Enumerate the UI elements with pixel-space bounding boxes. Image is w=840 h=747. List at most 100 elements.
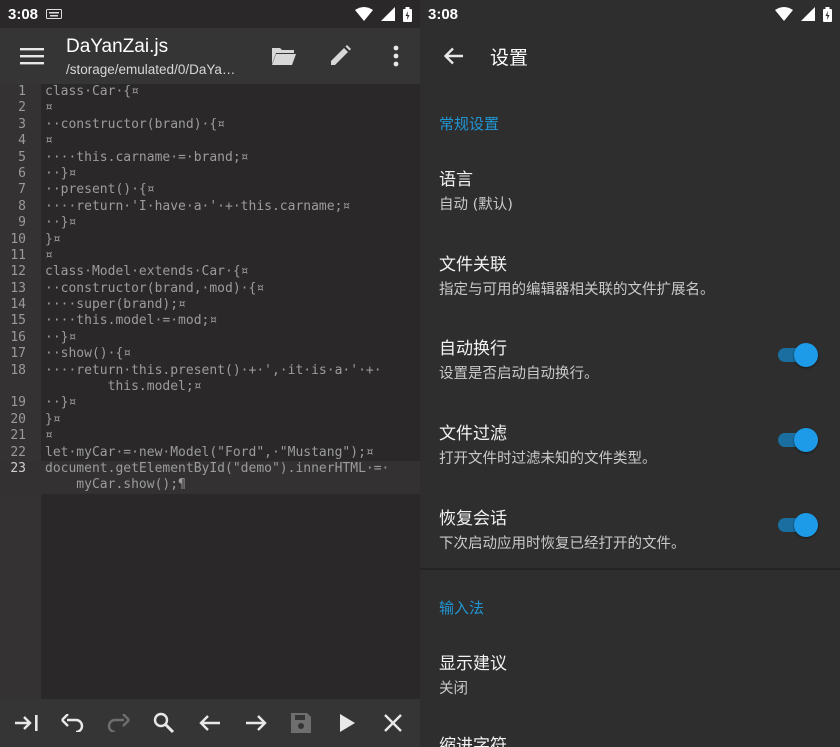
code-line[interactable]: 17 ··show()·{¤ [0,346,420,362]
editor-bottom-bar [0,699,420,747]
setting-file-filter[interactable]: 文件过滤 打开文件时过滤未知的文件类型。 [420,419,840,468]
code-lines[interactable]: 1 class·Car·{¤ 2 ¤ 3 ··constructor(brand)·{¤ 4… [0,84,420,494]
folder-open-icon[interactable] [260,32,308,80]
restore-session-toggle[interactable] [778,513,818,537]
code-line[interactable]: 9 ··}¤ [0,215,420,231]
code-line[interactable]: 23 document.getElementById("demo").innerH… [0,460,420,478]
code-line[interactable]: 14 ····super(brand);¤ [0,297,420,313]
arrow-back-icon[interactable] [429,32,477,80]
line-number: 3 [18,116,26,132]
line-number: 5 [18,149,26,165]
code-line[interactable]: 1 class·Car·{¤ [0,84,420,100]
line-number: 9 [18,215,26,231]
code-line[interactable]: 3 ··constructor(brand)·{¤ [0,117,420,133]
code-line[interactable]: 21 ¤ [0,428,420,444]
wifi-icon [775,7,793,21]
code-line[interactable]: 19 ··}¤ [0,395,420,411]
setting-title: 语言 [439,170,473,190]
code-line[interactable]: myCar.show();¶ [0,477,420,494]
status-bar: 3:08 [420,0,840,28]
code-editor[interactable]: 1 class·Car·{¤ 2 ¤ 3 ··constructor(brand)·{¤ 4… [0,84,420,699]
line-number: 19 [10,395,26,411]
code-text: ··constructor(brand,·mod)·{¤ [45,280,265,296]
setting-subtitle: 指定与可用的编辑器相关联的文件扩展名。 [439,282,715,298]
editor-pane: 3:08 DaYanZai.js /storage/emulated/0/DaY… [0,0,420,747]
page-title: 设置 [490,47,529,69]
code-text: ··}¤ [45,215,77,231]
section-header-input-method: 输入法 [439,599,485,617]
close-icon[interactable] [373,703,413,743]
code-line[interactable]: 22 let·myCar·=·new·Model("Ford",·"Mustang… [0,445,420,461]
code-line[interactable]: 7 ··present()·{¤ [0,182,420,198]
code-text: class·Car·{¤ [45,84,139,99]
settings-toolbar: 设置 [420,28,840,84]
more-vert-icon[interactable] [372,32,420,80]
file-filter-toggle[interactable] [778,428,818,452]
file-title-block: DaYanZai.js /storage/emulated/0/DaYa… [56,36,260,77]
setting-indent-char[interactable]: 缩进字符 [420,731,840,747]
setting-file-association[interactable]: 文件关联 指定与可用的编辑器相关联的文件扩展名。 [420,250,840,299]
search-icon[interactable] [144,703,184,743]
code-text: class·Model·extends·Car·{¤ [45,264,249,280]
setting-title: 文件关联 [439,255,507,275]
code-line[interactable]: 15 ····this.model·=·mod;¤ [0,313,420,329]
code-line[interactable]: 8 ····return·'I·have·a·'·+·this.carname;¤ [0,199,420,215]
line-number: 21 [10,428,26,444]
status-time: 3:08 [8,5,39,23]
settings-pane: 3:08 设置 常规设置 语言 自动 (默认) 文件关联 指定与可用的编辑器相关… [420,0,840,747]
arrow-right-icon[interactable] [236,703,276,743]
run-play-icon[interactable] [327,703,367,743]
code-line[interactable]: 10}¤ [0,232,420,248]
save-icon[interactable] [281,703,321,743]
setting-show-suggestions[interactable]: 显示建议 关闭 [420,649,840,698]
code-line[interactable]: 16 ··}¤ [0,330,420,346]
code-line[interactable]: 2 ¤ [0,100,420,116]
signal-icon [381,7,395,21]
setting-word-wrap[interactable]: 自动换行 设置是否启动自动换行。 [420,334,840,383]
undo-icon[interactable] [53,703,93,743]
code-line[interactable]: 4 ¤ [0,133,420,149]
code-text: ····return·this.present()·+·',·it·is·a·'… [45,362,382,378]
code-text: ¤ [45,247,53,263]
line-number: 17 [10,346,26,362]
tab-indent-icon[interactable] [7,703,47,743]
code-line[interactable]: 20 }¤ [0,412,420,428]
code-text: }¤ [45,411,61,427]
setting-language[interactable]: 语言 自动 (默认) [420,165,840,214]
line-number: 14 [10,297,26,313]
code-line[interactable]: 13 ··constructor(brand,·mod)·{¤ [0,281,420,297]
line-number: 11 [10,247,26,263]
line-number: 8 [18,198,26,214]
editor-toolbar: DaYanZai.js /storage/emulated/0/DaYa… [0,28,420,84]
code-text: ····super(brand);¤ [45,297,186,313]
setting-title: 缩进字符 [439,736,507,747]
code-text: ····this.carname·=·brand;¤ [45,149,249,165]
code-text: ··present()·{¤ [45,182,155,198]
code-line[interactable]: 18 ····return·this.present()·+·',·it·is·a… [0,363,420,379]
line-number: 23 [10,460,26,476]
code-text: let·myCar·=·new·Model("Ford",·"Mustang")… [45,444,374,460]
line-number: 18 [10,362,26,378]
code-text: ····return·'I·have·a·'·+·this.carname;¤ [45,198,351,214]
setting-restore-session[interactable]: 恢复会话 下次启动应用时恢复已经打开的文件。 [420,504,840,553]
redo-icon[interactable] [98,703,138,743]
setting-subtitle: 自动 (默认) [439,197,513,213]
arrow-left-icon[interactable] [190,703,230,743]
word-wrap-toggle[interactable] [778,343,818,367]
code-line[interactable]: 6 ··}¤ [0,166,420,182]
line-number: 10 [10,231,26,247]
section-header-general: 常规设置 [439,115,500,133]
code-line[interactable]: 5 ····this.carname·=·brand;¤ [0,150,420,166]
code-line[interactable]: 12 class·Model·extends·Car·{¤ [0,264,420,280]
pencil-icon[interactable] [316,32,364,80]
line-number: 20 [10,411,26,427]
code-text: ····this.model·=·mod;¤ [45,313,218,329]
file-path: /storage/emulated/0/DaYa… [66,61,236,77]
code-line[interactable]: 11 ¤ [0,248,420,264]
code-text: this.model;¤ [45,379,202,395]
battery-icon [823,6,832,22]
menu-icon[interactable] [8,32,56,80]
code-line[interactable]: this.model;¤ [0,379,420,395]
code-text: ··constructor(brand)·{¤ [45,116,226,132]
line-number: 16 [10,329,26,345]
